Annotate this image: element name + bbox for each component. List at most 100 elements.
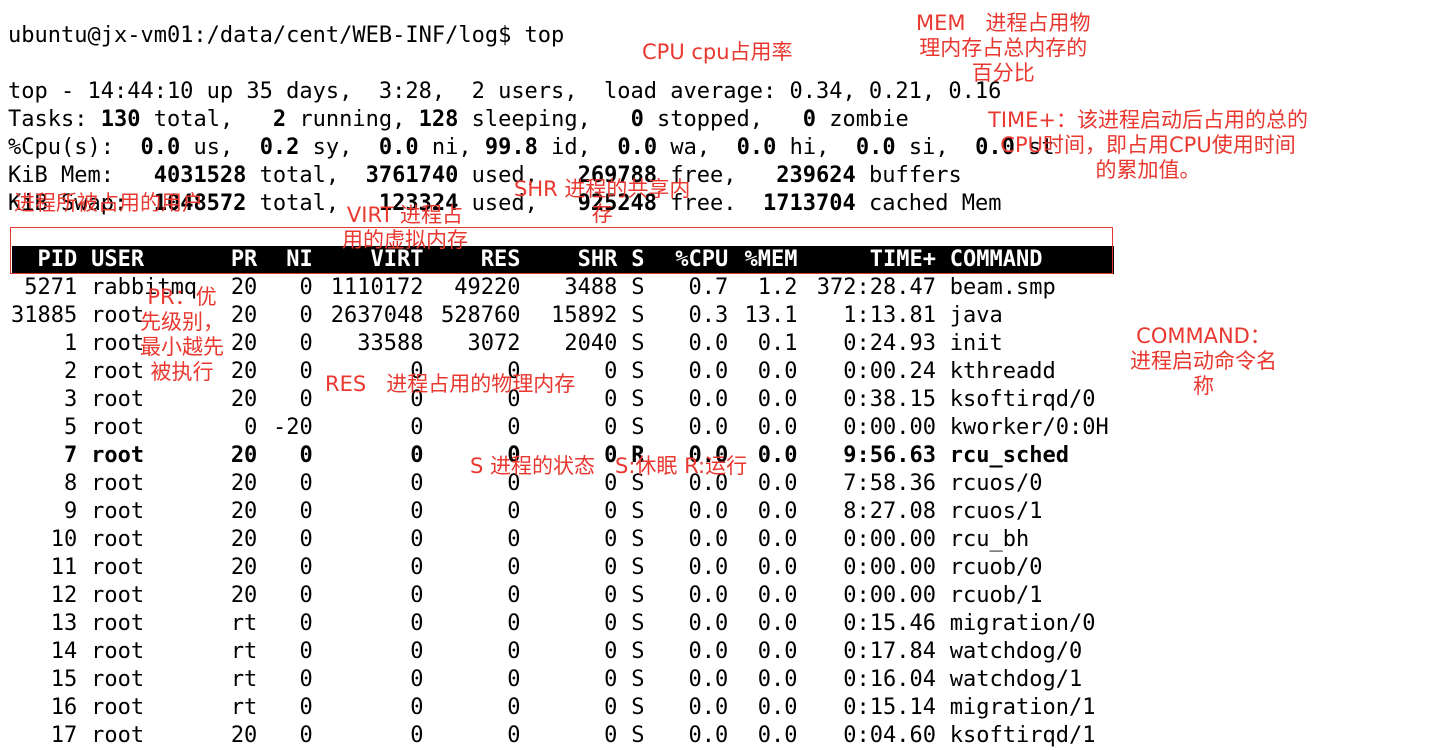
summary-value: 99.8	[484, 135, 538, 160]
cell-command: migration/0	[949, 611, 1096, 636]
cell-shr: 0	[604, 527, 618, 552]
cell-pid: 12	[50, 583, 78, 608]
summary-label: si,	[895, 135, 976, 160]
cell-res: 0	[507, 527, 521, 552]
cell-ni: 0	[299, 611, 313, 636]
cell-pid: 11	[50, 555, 78, 580]
cell-command: init	[949, 331, 1003, 356]
cell-cpu: 0.0	[688, 639, 729, 664]
cell-cpu: 0.0	[688, 387, 729, 412]
cell-cpu: 0.0	[688, 555, 729, 580]
process-row[interactable]: 15 root rt 0 0 0 0 S 0.0 0.0 0:16.04 watchdog/1	[8, 666, 1408, 694]
cell-cpu: 0.0	[688, 583, 729, 608]
summary-value: 1713704	[763, 191, 856, 216]
cell-shr: 0	[604, 723, 618, 748]
cell-mem: 0.1	[757, 331, 798, 356]
cell-pid: 7	[64, 443, 78, 468]
cell-state: S	[631, 387, 645, 412]
process-row[interactable]: 5 root 0 -20 0 0 0 S 0.0 0.0 0:00.00 kworker/0:0H	[8, 414, 1408, 442]
process-row[interactable]: 17 root 20 0 0 0 0 S 0.0 0.0 0:04.60 ksoftirqd/1	[8, 722, 1408, 750]
cell-time: 0:15.14	[843, 695, 936, 720]
summary-value: 0.2	[259, 135, 300, 160]
summary-label: zombie	[816, 107, 909, 132]
cell-virt: 0	[410, 499, 424, 524]
summary-value: 130	[100, 107, 141, 132]
process-row[interactable]: 9 root 20 0 0 0 0 S 0.0 0.0 8:27.08 rcuos/1	[8, 498, 1408, 526]
cell-virt: 0	[410, 415, 424, 440]
summary-value: 0.0	[855, 135, 896, 160]
cell-shr: 3488	[564, 275, 618, 300]
cell-res: 49220	[454, 275, 521, 300]
summary-label: id,	[537, 135, 618, 160]
process-row[interactable]: 13 root rt 0 0 0 0 S 0.0 0.0 0:15.46 migration/0	[8, 610, 1408, 638]
cell-pid: 15	[50, 667, 78, 692]
cell-user: root	[91, 723, 145, 748]
cell-virt: 0	[410, 667, 424, 692]
cell-command: kworker/0:0H	[949, 415, 1109, 440]
cell-time: 0:16.04	[843, 667, 936, 692]
cell-pr: rt	[230, 695, 258, 720]
tasks-line: Tasks: 130 total, 2 running, 128 sleepin…	[8, 106, 909, 134]
cell-command: watchdog/1	[949, 667, 1083, 692]
cell-time: 0:00.00	[843, 527, 936, 552]
cell-command: rcu_sched	[949, 443, 1070, 468]
annotation-command: COMMAND： 进程启动命令名 称	[1130, 324, 1277, 398]
cell-shr: 0	[604, 387, 618, 412]
cell-shr: 0	[604, 359, 618, 384]
cell-command: rcu_bh	[949, 527, 1030, 552]
cell-mem: 0.0	[757, 667, 798, 692]
summary-label: running,	[286, 107, 419, 132]
cell-ni: 0	[299, 331, 313, 356]
cell-pr: 20	[230, 331, 258, 356]
cell-res: 0	[507, 415, 521, 440]
process-row[interactable]: 11 root 20 0 0 0 0 S 0.0 0.0 0:00.00 rcuob/0	[8, 554, 1408, 582]
process-row[interactable]: 14 root rt 0 0 0 0 S 0.0 0.0 0:17.84 watchdog/0	[8, 638, 1408, 666]
cell-state: S	[631, 499, 645, 524]
cell-virt: 0	[410, 527, 424, 552]
cell-user: root	[91, 583, 145, 608]
cell-mem: 0.0	[757, 387, 798, 412]
cell-time: 8:27.08	[843, 499, 936, 524]
cell-user: root	[91, 303, 145, 328]
cell-user: root	[91, 415, 145, 440]
cell-res: 0	[507, 611, 521, 636]
cell-command: rcuob/1	[949, 583, 1043, 608]
cell-ni: 0	[299, 471, 313, 496]
cell-mem: 0.0	[757, 611, 798, 636]
cell-cpu: 0.0	[688, 331, 729, 356]
annotation-shr: SHR 进程的共享内 存	[514, 177, 691, 226]
cell-cpu: 0.0	[688, 695, 729, 720]
header-highlight-box	[10, 227, 1113, 274]
process-row[interactable]: 16 root rt 0 0 0 0 S 0.0 0.0 0:15.14 migration/1	[8, 694, 1408, 722]
cell-mem: 0.0	[757, 499, 798, 524]
cell-command: rcuob/0	[949, 555, 1043, 580]
summary-value: 0.0	[378, 135, 419, 160]
cell-pid: 5	[64, 415, 78, 440]
cell-state: S	[631, 583, 645, 608]
cell-command: ksoftirqd/0	[949, 387, 1096, 412]
cell-command: kthreadd	[949, 359, 1056, 384]
cell-virt: 1110172	[330, 275, 424, 300]
cell-shr: 2040	[564, 331, 618, 356]
uptime-line: top - 14:44:10 up 35 days, 3:28, 2 users…	[8, 79, 1002, 104]
cell-ni: 0	[299, 583, 313, 608]
process-row[interactable]: 10 root 20 0 0 0 0 S 0.0 0.0 0:00.00 rcu_bh	[8, 526, 1408, 554]
cell-time: 1:13.81	[843, 303, 936, 328]
cell-shr: 0	[604, 611, 618, 636]
cell-ni: 0	[299, 443, 313, 468]
process-row[interactable]: 12 root 20 0 0 0 0 S 0.0 0.0 0:00.00 rcuob/1	[8, 582, 1408, 610]
cell-state: S	[631, 555, 645, 580]
cell-time: 372:28.47	[816, 275, 936, 300]
cell-pid: 8	[64, 471, 78, 496]
cell-ni: 0	[299, 723, 313, 748]
cell-virt: 0	[410, 471, 424, 496]
mem-line: KiB Mem: 4031528 total, 3761740 used, 26…	[8, 162, 962, 190]
cell-mem: 0.0	[757, 359, 798, 384]
cell-state: S	[631, 667, 645, 692]
annotation-state: S 进程的状态 S:休眠 R:运行	[470, 454, 748, 478]
cell-ni: 0	[299, 303, 313, 328]
cell-shr: 15892	[551, 303, 618, 328]
cell-user: root	[91, 443, 145, 468]
cell-virt: 33588	[357, 331, 424, 356]
cell-command: migration/1	[949, 695, 1096, 720]
